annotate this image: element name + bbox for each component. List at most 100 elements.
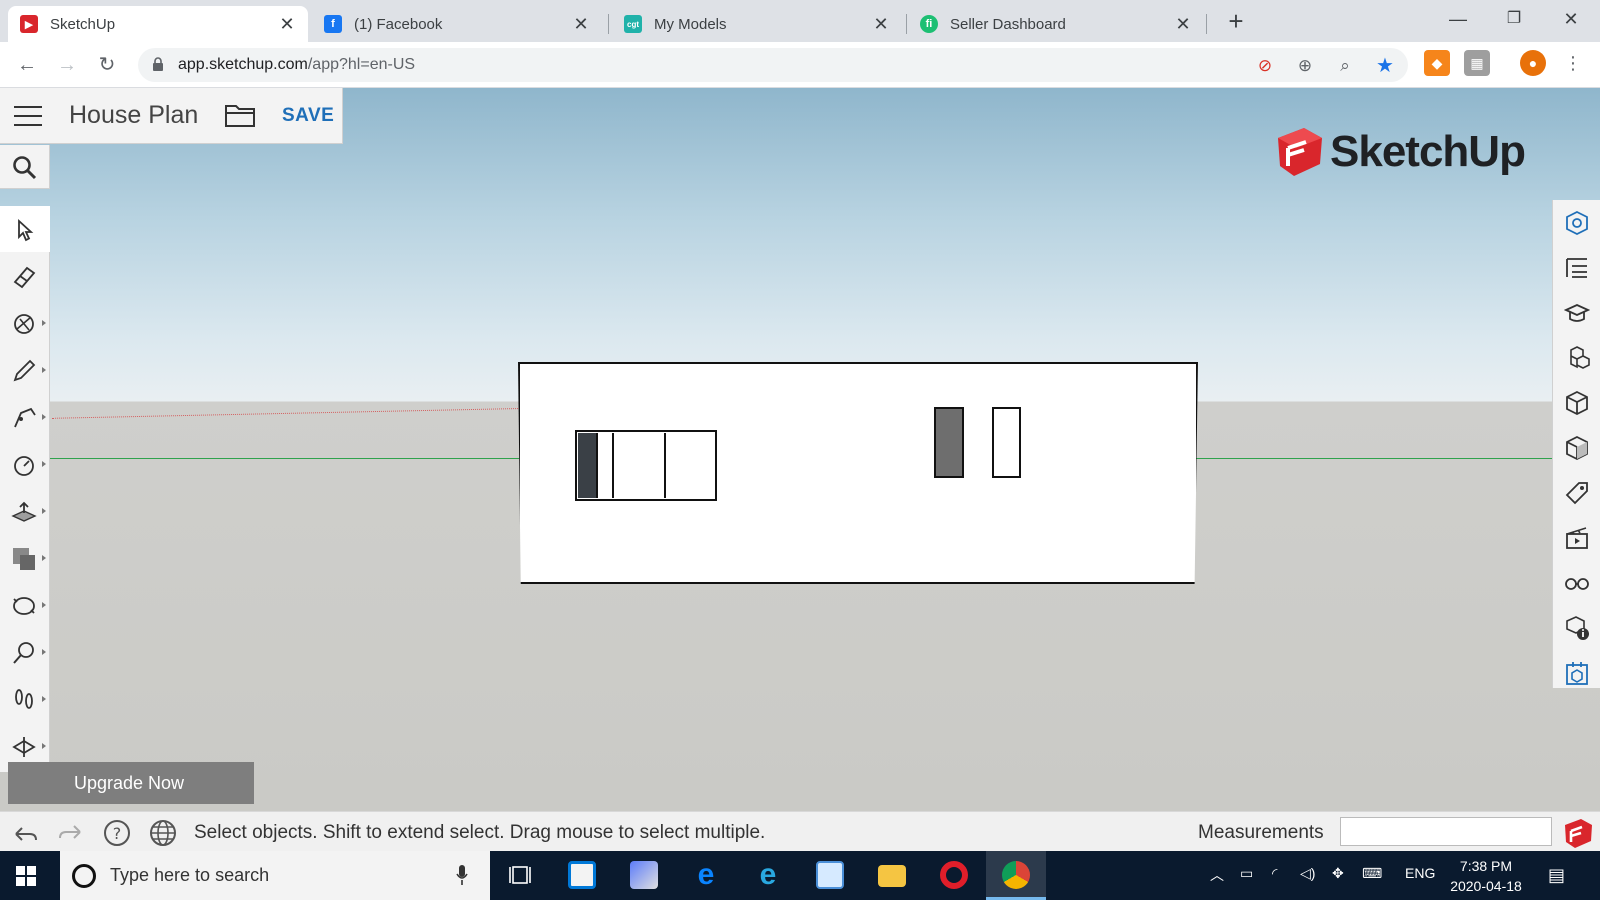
tool-paint-bucket[interactable]: [0, 300, 50, 346]
tab-my-models[interactable]: cgt My Models ✕: [612, 6, 902, 42]
panel-display[interactable]: [1553, 560, 1600, 605]
panel-entity-info[interactable]: [1553, 200, 1600, 245]
open-folder-icon[interactable]: [224, 102, 256, 128]
url-path: /app?hl=en-US: [307, 56, 416, 73]
more-tools-caret-icon[interactable]: [42, 367, 46, 373]
redo-icon[interactable]: [56, 818, 86, 848]
tool-eraser[interactable]: [0, 253, 50, 299]
taskbar-internet-explorer[interactable]: e: [738, 851, 798, 900]
window-mullion: [664, 433, 666, 498]
browser-menu-icon[interactable]: ⋮: [1560, 50, 1586, 76]
more-tools-caret-icon[interactable]: [42, 602, 46, 608]
document-title[interactable]: House Plan: [69, 101, 198, 130]
panel-components[interactable]: [1553, 335, 1600, 380]
taskbar-search-box[interactable]: Type here to search: [60, 851, 490, 900]
close-icon[interactable]: ✕: [872, 14, 890, 35]
outliner-icon: [1566, 258, 1587, 278]
more-tools-caret-icon[interactable]: [42, 555, 46, 561]
url-text[interactable]: app.sketchup.com/app?hl=en-US: [178, 56, 415, 74]
tab-title: My Models: [654, 15, 727, 33]
show-hidden-icons-icon[interactable]: ︿: [1210, 865, 1224, 885]
more-tools-caret-icon[interactable]: [42, 743, 46, 749]
panel-materials[interactable]: [1553, 380, 1600, 425]
volume-icon[interactable]: ◁): [1300, 865, 1315, 885]
install-icon[interactable]: ⊕: [1294, 55, 1316, 77]
profile-avatar[interactable]: ●: [1520, 50, 1546, 76]
language-globe-icon[interactable]: [148, 818, 178, 848]
save-button[interactable]: SAVE: [282, 105, 334, 127]
main-menu-icon[interactable]: [14, 106, 42, 126]
taskbar-store[interactable]: [552, 851, 612, 900]
taskbar-opera[interactable]: [924, 851, 984, 900]
tool-tape-measure[interactable]: [0, 441, 50, 487]
windows-start-icon[interactable]: [16, 866, 36, 886]
restore-icon[interactable]: ❐: [1486, 0, 1542, 40]
panel-3d-warehouse[interactable]: [1553, 650, 1600, 695]
window-small-light[interactable]: [992, 407, 1021, 478]
close-icon[interactable]: ✕: [278, 14, 296, 35]
back-icon[interactable]: ←: [12, 50, 42, 80]
close-icon[interactable]: ✕: [572, 14, 590, 35]
forward-icon[interactable]: →: [52, 50, 82, 80]
tool-walk[interactable]: [0, 676, 50, 722]
more-tools-caret-icon[interactable]: [42, 508, 46, 514]
screen: ▶ SketchUp ✕ f (1) Facebook ✕ cgt My Mod…: [0, 0, 1600, 900]
system-clock[interactable]: 7:38 PM 2020-04-18: [1448, 856, 1524, 896]
paint-bucket-icon: [14, 314, 34, 334]
tool-push-pull[interactable]: [0, 488, 50, 534]
tool-select[interactable]: [0, 206, 50, 252]
address-bar[interactable]: app.sketchup.com/app?hl=en-US ⊘ ⊕ ⌕ ★: [138, 48, 1408, 82]
help-icon[interactable]: ?: [102, 818, 132, 848]
upgrade-now-button[interactable]: Upgrade Now: [8, 762, 254, 804]
search-button[interactable]: [0, 145, 50, 189]
more-tools-caret-icon[interactable]: [42, 320, 46, 326]
extension-icon[interactable]: ▦: [1464, 50, 1490, 76]
blocked-cookie-icon[interactable]: ⊘: [1254, 55, 1276, 77]
store-icon: [568, 861, 596, 889]
dropbox-icon[interactable]: ✥: [1332, 865, 1344, 885]
taskbar-chrome[interactable]: [986, 851, 1046, 900]
panel-model-info[interactable]: [1553, 605, 1600, 650]
undo-icon[interactable]: [10, 818, 40, 848]
language-indicator[interactable]: ENG: [1405, 865, 1435, 885]
tool-offset[interactable]: [0, 535, 50, 581]
more-tools-caret-icon[interactable]: [42, 414, 46, 420]
taskbar-paint[interactable]: [800, 851, 860, 900]
more-tools-caret-icon[interactable]: [42, 649, 46, 655]
tool-position-camera[interactable]: [0, 629, 50, 675]
tab-facebook[interactable]: f (1) Facebook ✕: [312, 6, 602, 42]
more-tools-caret-icon[interactable]: [42, 696, 46, 702]
tool-arc[interactable]: [0, 394, 50, 440]
new-tab-button[interactable]: +: [1222, 8, 1250, 36]
battery-icon[interactable]: ▭: [1240, 865, 1253, 885]
panel-outliner[interactable]: [1553, 245, 1600, 290]
bookmark-star-icon[interactable]: ★: [1374, 55, 1396, 77]
tab-sketchup[interactable]: ▶ SketchUp ✕: [8, 6, 308, 42]
window-close-icon[interactable]: ✕: [1543, 0, 1599, 40]
modeling-viewport[interactable]: SketchUp House Plan SAVE Upgrade Now: [0, 88, 1600, 811]
taskbar-edge[interactable]: e: [676, 851, 736, 900]
tool-orbit[interactable]: [0, 582, 50, 628]
metamask-extension-icon[interactable]: ◆: [1424, 50, 1450, 76]
taskbar-file-explorer[interactable]: [862, 851, 922, 900]
panel-instructor[interactable]: [1553, 290, 1600, 335]
reload-icon[interactable]: ↻: [92, 50, 122, 80]
measurements-input[interactable]: [1340, 817, 1552, 846]
action-center-icon[interactable]: ▤: [1548, 865, 1565, 885]
tool-pencil[interactable]: [0, 347, 50, 393]
panel-scenes[interactable]: [1553, 515, 1600, 560]
more-tools-caret-icon[interactable]: [42, 461, 46, 467]
keyboard-icon[interactable]: ⌨: [1362, 865, 1382, 885]
panel-styles[interactable]: [1553, 425, 1600, 470]
window-small-dark[interactable]: [934, 407, 964, 478]
close-icon[interactable]: ✕: [1174, 14, 1192, 35]
zoom-icon[interactable]: ⌕: [1334, 55, 1356, 77]
minimize-icon[interactable]: —: [1430, 0, 1486, 40]
tab-seller-dashboard[interactable]: fi Seller Dashboard ✕: [908, 6, 1204, 42]
sketchup-logo: SketchUp: [1274, 126, 1526, 178]
microphone-icon[interactable]: [456, 864, 468, 886]
task-view-button[interactable]: [490, 851, 550, 900]
wifi-icon[interactable]: ◜: [1272, 865, 1277, 885]
taskbar-paint3d[interactable]: [614, 851, 674, 900]
panel-tags[interactable]: [1553, 470, 1600, 515]
